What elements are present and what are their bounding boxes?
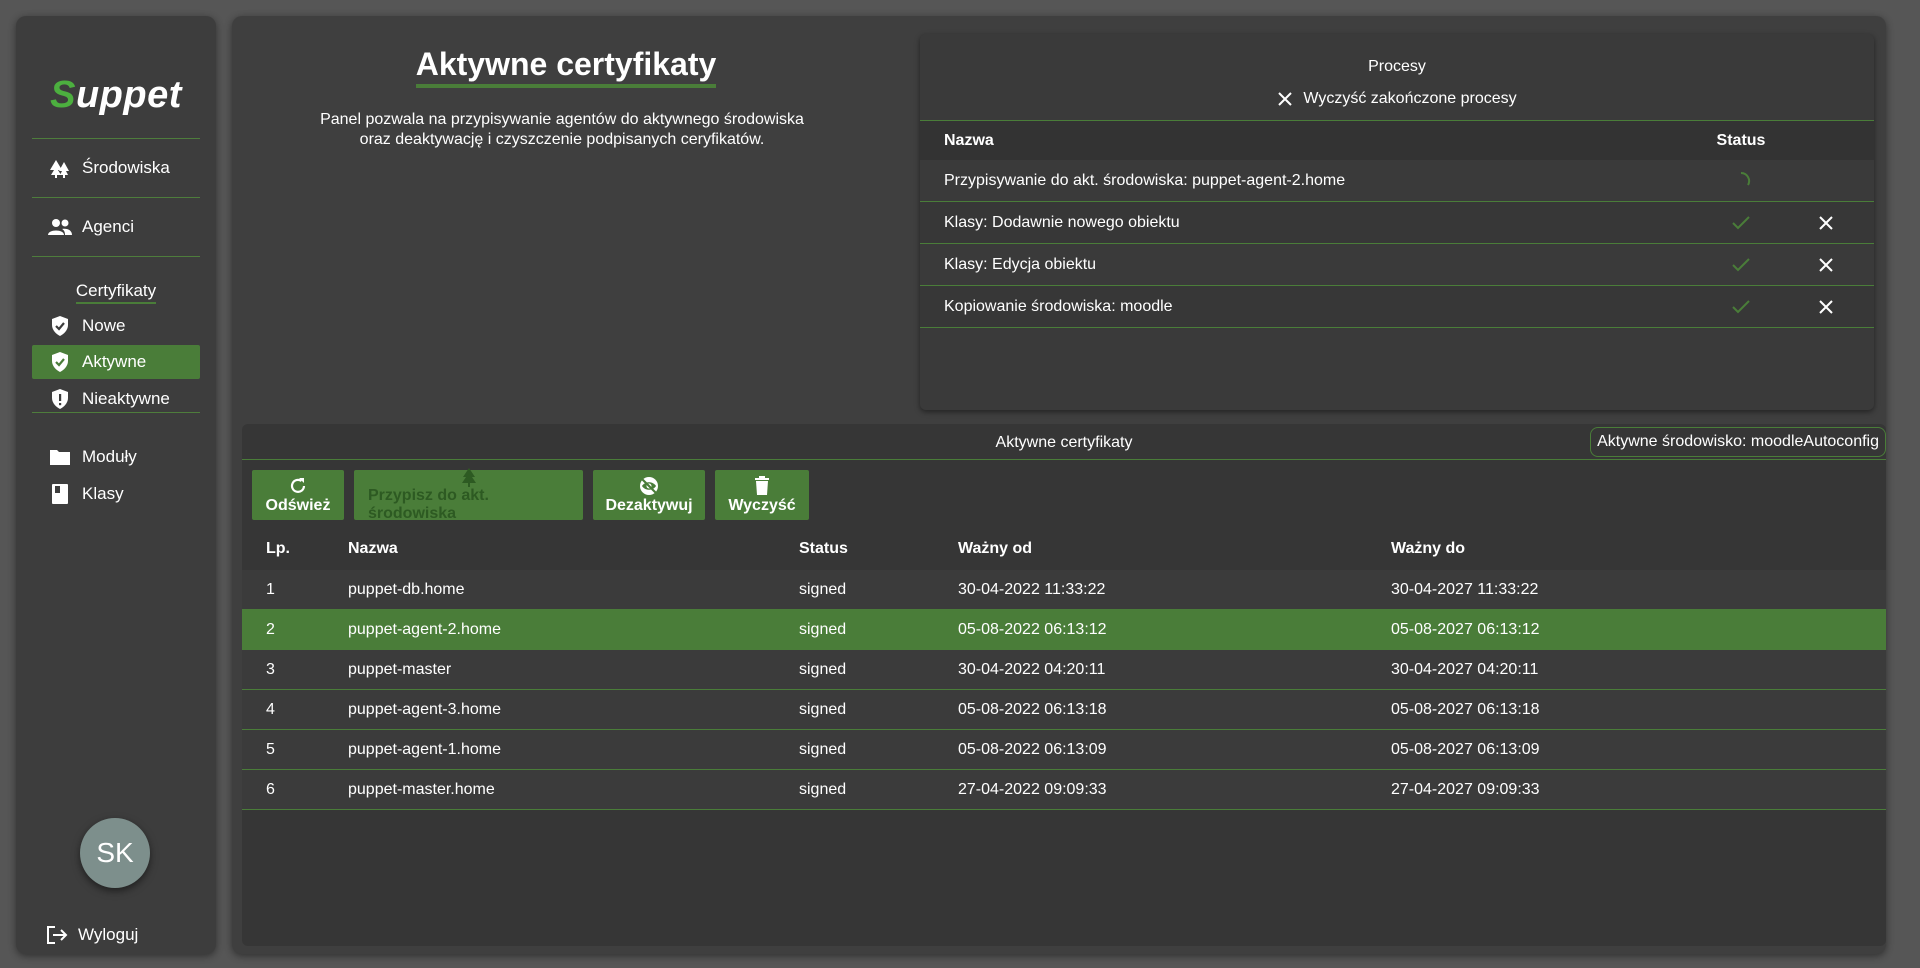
processes-title: Procesy [1368,58,1426,75]
sidebar-divider [32,197,200,198]
sidebar-item-classes[interactable]: Klasy [32,477,200,511]
shield-check-icon [48,314,72,338]
sidebar-item-label: Agenci [82,217,134,236]
people-icon [48,215,72,239]
checkmark-icon [1686,299,1796,315]
certificates-toolbar: Odśwież Przypisz do akt. środowiska Deza… [252,467,819,522]
tree-icon [460,467,478,487]
app-logo[interactable]: Suppet [16,74,216,117]
sidebar-item-label: Klasy [82,484,124,503]
table-row[interactable]: 2 puppet-agent-2.home signed 05-08-2022 … [242,610,1886,650]
book-icon [48,482,72,506]
certificates-header: Aktywne certyfikaty Aktywne środowisko: … [242,424,1886,460]
page-description: Panel pozwala na przypisywanie agentów d… [320,111,804,148]
eye-off-icon [638,475,660,497]
trash-icon [754,475,770,497]
refresh-button[interactable]: Odśwież [252,470,344,520]
remove-process-button[interactable] [1796,299,1856,315]
close-icon [1819,257,1833,272]
sidebar: Suppet Środowiska Agenci Certyfikaty Now… [16,16,216,954]
sidebar-item-agents[interactable]: Agenci [32,210,200,244]
sidebar-item-label: Moduły [82,447,137,466]
processes-panel: Procesy Wyczyść zakończone procesy Nazwa… [920,34,1874,410]
table-row[interactable]: 6 puppet-master.home signed 27-04-2022 0… [242,770,1886,810]
checkmark-icon [1686,215,1796,231]
folder-icon [48,445,72,469]
remove-process-button[interactable] [1796,257,1856,273]
sidebar-item-modules[interactable]: Moduły [32,440,200,474]
sidebar-item-inactive[interactable]: Nieaktywne [32,382,200,416]
process-row: Przypisywanie do akt. środowiska: puppet… [920,160,1874,202]
sidebar-item-environments[interactable]: Środowiska [32,151,200,185]
loading-spinner-icon [1686,171,1796,191]
clear-finished-processes-button[interactable]: Wyczyść zakończone procesy [920,90,1874,108]
trees-icon [48,156,72,180]
sidebar-item-label: Środowiska [82,158,170,177]
page-title: Aktywne certyfikaty [232,46,900,88]
table-row[interactable]: 1 puppet-db.home signed 30-04-2022 11:33… [242,570,1886,610]
sidebar-divider [32,412,200,413]
table-row[interactable]: 4 puppet-agent-3.home signed 05-08-2022 … [242,690,1886,730]
sidebar-item-active[interactable]: Aktywne [32,345,200,379]
assign-to-environment-button[interactable]: Przypisz do akt. środowiska [354,467,583,522]
certificates-table: Lp. Nazwa Status Ważny od Ważny do 1 pup… [242,528,1886,810]
certificates-panel: Aktywne certyfikaty Aktywne środowisko: … [242,424,1886,946]
refresh-icon [288,475,308,497]
sidebar-item-label: Nowe [82,316,126,335]
process-row: Klasy: Edycja obiektu [920,244,1874,286]
remove-process-button[interactable] [1796,215,1856,231]
clear-button[interactable]: Wyczyść [715,470,809,520]
close-icon [1277,91,1293,107]
main-content: Aktywne certyfikaty Panel pozwala na prz… [232,16,1886,954]
table-row[interactable]: 5 puppet-agent-1.home signed 05-08-2022 … [242,730,1886,770]
certificates-section-title: Certyfikaty [32,281,200,304]
process-row: Klasy: Dodawnie nowego obiektu [920,202,1874,244]
sidebar-divider [32,138,200,139]
sidebar-item-label: Nieaktywne [82,389,170,408]
shield-alert-icon [48,387,72,411]
processes-table: Nazwa Status Przypisywanie do akt. środo… [920,120,1874,328]
close-icon [1819,215,1833,230]
close-icon [1819,299,1833,314]
process-row: Kopiowanie środowiska: moodle [920,286,1874,328]
sidebar-divider [32,256,200,257]
certificates-table-header: Lp. Nazwa Status Ważny od Ważny do [242,528,1886,570]
logout-button[interactable]: Wyloguj [46,920,138,950]
sidebar-item-label: Aktywne [82,352,147,371]
logout-icon [46,925,68,945]
sidebar-item-new[interactable]: Nowe [32,309,200,343]
avatar[interactable]: SK [80,818,150,888]
table-row[interactable]: 3 puppet-master signed 30-04-2022 04:20:… [242,650,1886,690]
shield-check-icon [48,350,72,374]
checkmark-icon [1686,257,1796,273]
logout-label: Wyloguj [78,925,139,944]
active-environment-badge: Aktywne środowisko: moodleAutoconfig [1590,427,1886,457]
processes-table-header: Nazwa Status [920,120,1874,160]
deactivate-button[interactable]: Dezaktywuj [593,470,705,520]
